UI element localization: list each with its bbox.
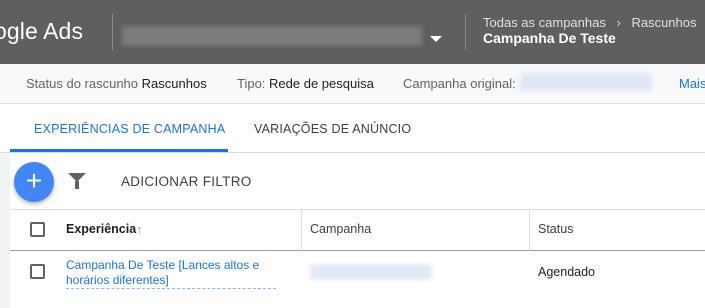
- campaign-type: Tipo: Rede de pesquisa: [237, 76, 374, 91]
- add-filter-button[interactable]: ADICIONAR FILTRO: [121, 174, 252, 189]
- breadcrumb-drafts[interactable]: Rascunhos: [631, 15, 696, 30]
- tab-ad-variations[interactable]: VARIAÇÕES DE ANÚNCIO: [254, 122, 411, 136]
- top-app-bar: ogle Ads Todas as campanhas › Rascunhos …: [0, 0, 705, 64]
- tab-campaign-experiments[interactable]: EXPERIÊNCIAS DE CAMPANHA: [34, 122, 225, 136]
- breadcrumb-all-campaigns[interactable]: Todas as campanhas: [483, 15, 606, 30]
- experiment-link[interactable]: Campanha De Teste [Lances altos e horári…: [66, 258, 276, 289]
- page-title: Campanha De Teste: [483, 30, 616, 46]
- dropdown-arrow-icon[interactable]: [430, 36, 442, 42]
- more-link[interactable]: Mais: [679, 76, 705, 91]
- sort-ascending-icon[interactable]: ↑: [136, 222, 143, 237]
- status-value: Agendado: [538, 265, 596, 279]
- draft-status-label: Status do rascunho: [26, 76, 139, 91]
- type-label: Tipo:: [237, 76, 266, 91]
- original-campaign-label: Campanha original:: [403, 76, 516, 91]
- original-campaign-link-redacted[interactable]: [520, 73, 652, 91]
- tab-bar: EXPERIÊNCIAS DE CAMPANHA VARIAÇÕES DE AN…: [0, 104, 705, 153]
- google-ads-logo[interactable]: ogle Ads: [0, 18, 83, 45]
- active-tab-indicator: [10, 149, 228, 152]
- header-divider: [465, 14, 466, 50]
- filter-toolbar: [10, 153, 705, 209]
- add-button[interactable]: +: [14, 162, 54, 202]
- draft-status: Status do rascunho Rascunhos: [26, 76, 207, 91]
- type-value: Rede de pesquisa: [269, 76, 374, 91]
- row-checkbox[interactable]: [30, 264, 45, 279]
- chevron-right-icon: ›: [616, 15, 621, 30]
- account-selector-redacted[interactable]: [122, 26, 422, 46]
- campaign-link-redacted[interactable]: [310, 264, 432, 280]
- filter-icon-stem: [75, 181, 79, 189]
- select-all-checkbox[interactable]: [30, 222, 45, 237]
- breadcrumb: Todas as campanhas › Rascunhos ›: [483, 15, 705, 30]
- column-header-campaign[interactable]: Campanha: [310, 222, 371, 236]
- header-divider: [112, 14, 113, 50]
- column-header-experience[interactable]: Experiência: [66, 222, 136, 236]
- column-header-status[interactable]: Status: [538, 222, 573, 236]
- draft-status-value: Rascunhos: [141, 76, 207, 91]
